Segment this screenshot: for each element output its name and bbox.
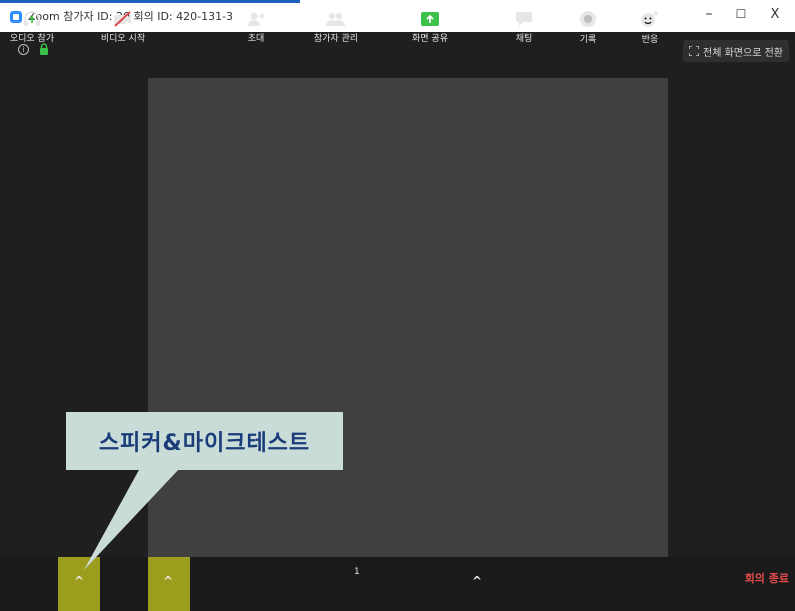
callout-text: 스피커&마이크테스트 — [98, 431, 311, 456]
callout-pointer — [84, 468, 180, 570]
speaker-mic-test-callout: 스피커&마이크테스트 — [66, 412, 343, 470]
